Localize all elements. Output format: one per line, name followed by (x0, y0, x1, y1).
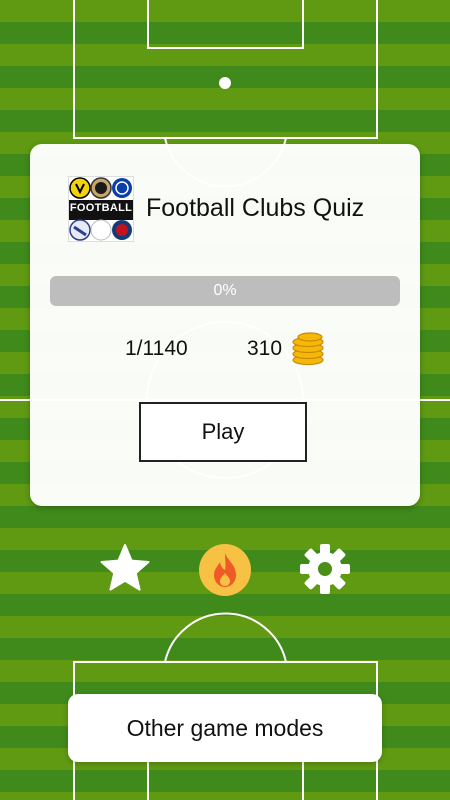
fire-icon (199, 544, 251, 596)
progress-label: 0% (213, 282, 237, 299)
star-icon (100, 544, 150, 591)
gear-icon (300, 544, 350, 594)
favorites-button[interactable] (97, 541, 153, 597)
levels-count: 1/1140 (125, 337, 188, 360)
quiz-logo: FOOTBALL (68, 176, 134, 242)
streak-button[interactable] (198, 543, 252, 597)
settings-button[interactable] (297, 541, 353, 597)
play-button[interactable]: Play (139, 402, 307, 462)
logo-text: FOOTBALL (69, 202, 133, 214)
quiz-card: FOOTBALL Football Clubs Quiz 0% 1/1140 3… (30, 144, 420, 506)
coins-count: 310 (247, 337, 283, 360)
quiz-title: Football Clubs Quiz (146, 194, 365, 222)
progress-bar: 0% (50, 276, 400, 306)
other-game-modes-button[interactable]: Other game modes (68, 694, 382, 762)
coins-icon (292, 332, 324, 366)
